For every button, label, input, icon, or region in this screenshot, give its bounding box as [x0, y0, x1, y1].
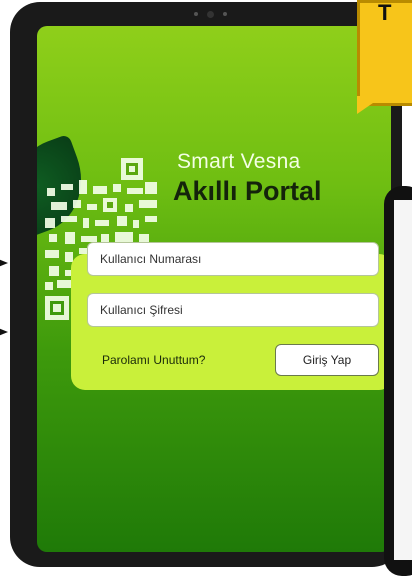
tablet-frame: Smart Vesna Akıllı Portal Parolamı Unutt…: [10, 2, 402, 567]
login-button[interactable]: Giriş Yap: [275, 344, 379, 376]
password-field[interactable]: [87, 293, 379, 327]
username-field[interactable]: [87, 242, 379, 276]
bubble-glyph: T: [378, 0, 392, 25]
speech-bubble-tail: [357, 96, 383, 114]
camera-lens: [207, 11, 214, 18]
brand-title: Akıllı Portal: [173, 176, 322, 206]
brand-subtitle: Smart Vesna: [177, 150, 301, 173]
forgot-password-link[interactable]: Parolamı Unuttum?: [102, 353, 205, 367]
camera-dot: [194, 12, 198, 16]
sensor-dot: [223, 12, 227, 16]
pointer-arrow-icon: [0, 258, 8, 268]
phone-screen: [394, 200, 412, 560]
tablet-screen: Smart Vesna Akıllı Portal Parolamı Unutt…: [37, 26, 391, 552]
pointer-arrow-icon: [0, 327, 8, 337]
